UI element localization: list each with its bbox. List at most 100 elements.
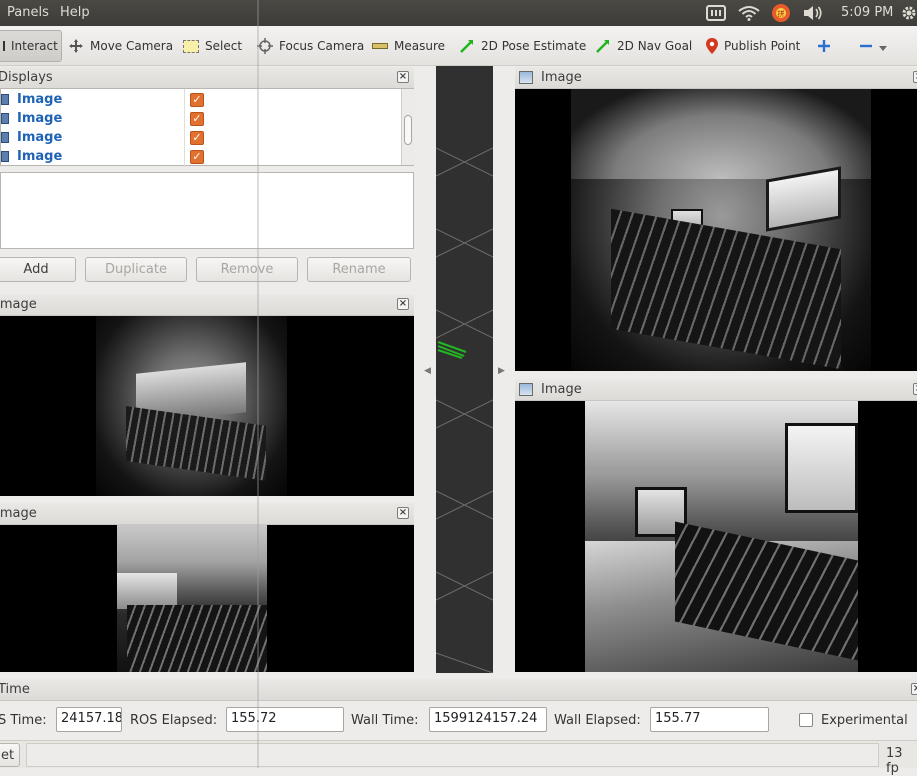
duplicate-button[interactable]: Duplicate [85,257,187,282]
image-panel-header: Image × [0,503,414,525]
image-panel-header: Image × [0,294,414,316]
image-display-icon [1,94,9,105]
displays-scrollbar[interactable] [401,89,414,165]
input-method-icon[interactable]: 拼 [770,0,792,26]
display-item-label: Image [17,92,63,107]
volume-icon[interactable] [802,0,824,26]
pose-estimate-tool-button[interactable]: 2D Pose Estimate [453,30,592,62]
system-menubar: Panels Help 拼 5:09 PM [0,0,917,26]
fps-readout: 13 fp [886,746,903,776]
display-enabled-checkbox[interactable]: ✓ [190,149,204,164]
add-button[interactable]: Add [0,257,76,282]
image-panel-header: Image × [515,379,917,401]
settings-gear-icon[interactable] [901,0,917,26]
menu-help[interactable]: Help [60,5,90,20]
image-display-icon [1,151,9,162]
clock[interactable]: 5:09 PM [841,5,893,20]
collapse-left-arrow-icon[interactable]: ◀ [424,366,431,376]
display-item[interactable]: Image ✓ [1,147,413,166]
display-item[interactable]: Image ✓ [1,109,413,128]
reset-button[interactable]: et [0,743,20,767]
add-tool-button[interactable] [811,30,837,62]
move-camera-icon [69,39,83,53]
close-icon[interactable]: × [913,383,917,395]
image-display-icon [1,132,9,143]
image-view[interactable] [515,401,917,672]
wall-elapsed-label: Wall Elapsed: [554,713,641,728]
window-seam-divider [257,0,259,768]
wall-time-field[interactable]: 1599124157.24 [429,707,547,732]
move-camera-tool-button[interactable]: Move Camera [62,30,179,62]
image-view[interactable] [0,525,414,672]
focus-camera-label: Focus Camera [279,39,365,53]
publish-point-label: Publish Point [724,39,801,53]
select-tool-button[interactable]: Select [177,30,248,62]
svg-text:拼: 拼 [778,9,785,18]
experimental-label: Experimental [821,713,908,728]
experimental-checkbox[interactable] [799,713,813,727]
wall-time-label: Wall Time: [351,713,419,728]
ruler-icon [372,43,388,49]
image-panel-icon [519,383,533,396]
camera-image [571,89,871,371]
menu-panels[interactable]: Panels [7,5,49,20]
camera-image [585,401,858,672]
monitor-image-region [785,423,858,513]
close-icon[interactable]: × [911,683,917,695]
ros-elapsed-label: ROS Elapsed: [130,713,218,728]
display-item-label: Image [17,111,63,126]
image-panel-title: Image [0,297,37,312]
time-panel-title: Time [0,682,30,697]
close-icon[interactable]: × [913,71,917,83]
select-icon [183,39,199,53]
wifi-icon[interactable] [738,0,760,26]
keyboard-image-region [127,605,267,672]
displays-panel-title: Displays [0,70,53,85]
keyboard-image-region [126,406,266,481]
displays-tree: Image ✓ Image ✓ Image ✓ Image ✓ [0,88,414,167]
collapse-right-arrow-icon[interactable]: ▶ [498,366,505,376]
display-enabled-checkbox[interactable]: ✓ [190,130,204,145]
image-panel-title: Image [541,382,582,397]
keyboard-image-region [611,208,841,370]
close-icon[interactable]: × [397,298,409,310]
interact-tool-button[interactable]: Interact [0,30,62,62]
display-item[interactable]: Image ✓ [1,90,413,109]
ceiling-image-region [571,89,871,179]
remove-tool-menu-button[interactable] [853,30,893,62]
ros-time-field[interactable]: 24157.18 [56,707,122,732]
focus-camera-tool-button[interactable]: Focus Camera [251,30,370,62]
nav-goal-tool-button[interactable]: 2D Nav Goal [589,30,698,62]
display-item[interactable]: Image ✓ [1,128,413,147]
ros-time-label: S Time: [0,713,47,728]
scrollbar-thumb[interactable] [404,115,412,145]
close-icon[interactable]: × [397,507,409,519]
close-icon[interactable]: × [397,71,409,83]
rviz-toolbar: Interact Move Camera Select Focus Camera… [0,26,917,66]
camera-image [117,525,267,672]
publish-point-tool-button[interactable]: Publish Point [700,30,806,62]
display-enabled-checkbox[interactable]: ✓ [190,111,204,126]
remove-button[interactable]: Remove [196,257,298,282]
display-item-label: Image [17,149,63,164]
grid-overlay [436,147,493,673]
image-view[interactable] [515,89,917,371]
image-display-icon [1,113,9,124]
measure-label: Measure [394,39,445,53]
keyboard-indicator-icon[interactable] [706,0,726,26]
display-enabled-checkbox[interactable]: ✓ [190,92,204,107]
map-pin-icon [706,38,718,54]
image-view[interactable] [0,316,414,496]
measure-tool-button[interactable]: Measure [366,30,451,62]
rename-button[interactable]: Rename [307,257,411,282]
status-message-area [26,743,879,767]
interact-label: Interact [11,39,58,53]
wall-elapsed-field[interactable]: 155.77 [650,707,769,732]
image-panel-title: Image [0,506,37,521]
3d-render-view[interactable] [436,66,493,673]
image-panel-icon [519,71,533,84]
status-bar: et 13 fp [0,740,917,776]
ros-elapsed-field[interactable]: 155.72 [226,707,344,732]
plus-icon [818,40,830,52]
pose-estimate-label: 2D Pose Estimate [481,39,587,53]
